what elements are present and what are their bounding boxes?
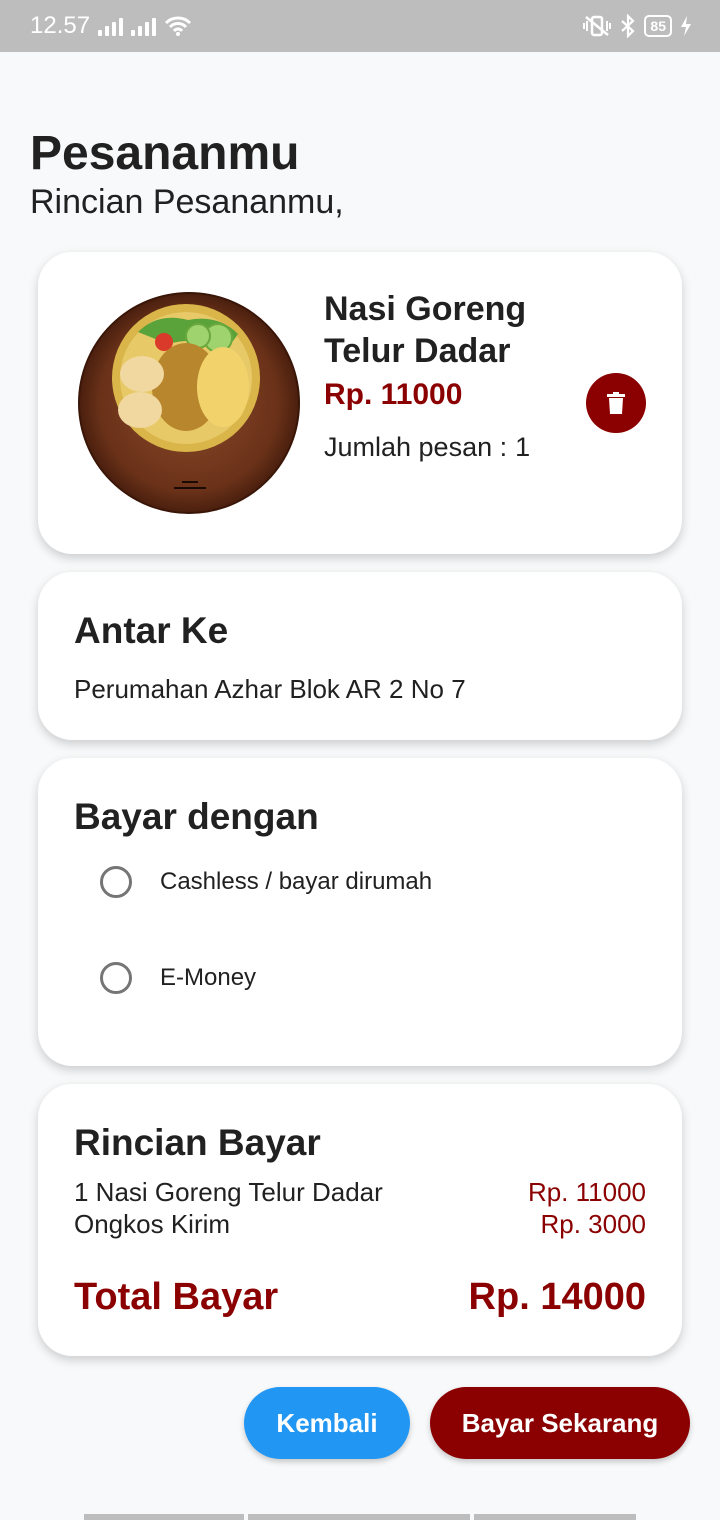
summary-title: Rincian Bayar <box>74 1122 321 1163</box>
nav-bar-segment <box>248 1514 470 1520</box>
payment-option-label: Cashless / bayar dirumah <box>160 868 433 895</box>
item-price: Rp. 11000 <box>324 378 463 411</box>
trash-icon <box>607 392 625 414</box>
radio-button[interactable] <box>100 962 132 994</box>
food-image <box>78 292 300 514</box>
total-value: Rp. 14000 <box>468 1276 646 1318</box>
payment-summary-card: Rincian Bayar 1 Nasi Goreng Telur Dadar … <box>38 1084 682 1356</box>
summary-line-price: Rp. 11000 <box>527 1177 646 1207</box>
delete-item-button[interactable] <box>586 373 646 433</box>
item-name: Nasi Goreng Telur Dadar <box>324 290 527 370</box>
address-text: Perumahan Azhar Blok AR 2 No 7 <box>74 674 466 704</box>
status-left: 12.57 <box>30 12 192 40</box>
summary-line-price: Rp. 3000 <box>540 1209 646 1239</box>
total-label: Total Bayar <box>74 1276 279 1318</box>
status-time: 12.57 <box>30 12 91 39</box>
payment-method-card: Bayar dengan Cashless / bayar dirumah E-… <box>38 758 682 1066</box>
signal-icon-2 <box>131 16 157 36</box>
delivery-address-card: Antar Ke Perumahan Azhar Blok AR 2 No 7 <box>38 572 682 740</box>
address-title: Antar Ke <box>74 610 229 651</box>
back-button[interactable]: Kembali <box>244 1387 410 1459</box>
signal-icon <box>98 16 124 36</box>
total-row: Total Bayar Rp. 14000 <box>74 1276 646 1319</box>
battery-icon: 85 <box>644 15 672 37</box>
nav-bar-segment <box>474 1514 636 1520</box>
page-title: Pesananmu <box>30 127 300 180</box>
pay-now-button[interactable]: Bayar Sekarang <box>430 1387 690 1459</box>
page-subtitle: Rincian Pesananmu, <box>30 183 344 221</box>
status-right: 85 <box>582 14 692 38</box>
payment-option-cashless[interactable]: Cashless / bayar dirumah <box>100 866 432 898</box>
bluetooth-icon <box>621 14 636 38</box>
summary-line: Ongkos Kirim Rp. 3000 <box>74 1208 646 1240</box>
wifi-icon <box>165 16 192 36</box>
charging-icon <box>681 16 691 36</box>
nav-bar-segment <box>84 1514 244 1520</box>
payment-option-emoney[interactable]: E-Money <box>100 962 256 994</box>
payment-title: Bayar dengan <box>74 796 319 837</box>
payment-option-label: E-Money <box>160 964 257 991</box>
summary-line-label: Ongkos Kirim <box>74 1209 231 1239</box>
item-quantity-value: 1 <box>515 432 531 462</box>
order-item-card: Nasi Goreng Telur Dadar Rp. 11000 Jumlah… <box>38 252 682 554</box>
summary-line: 1 Nasi Goreng Telur Dadar Rp. 11000 <box>74 1176 646 1208</box>
item-quantity: Jumlah pesan : 1 <box>324 432 530 463</box>
header: Pesananmu Rincian Pesananmu, <box>30 126 344 222</box>
radio-button[interactable] <box>100 866 132 898</box>
summary-line-label: 1 Nasi Goreng Telur Dadar <box>74 1177 383 1207</box>
status-bar: 12.57 85 <box>0 0 720 52</box>
vibrate-icon <box>583 15 612 37</box>
item-quantity-label: Jumlah pesan : <box>324 432 508 462</box>
